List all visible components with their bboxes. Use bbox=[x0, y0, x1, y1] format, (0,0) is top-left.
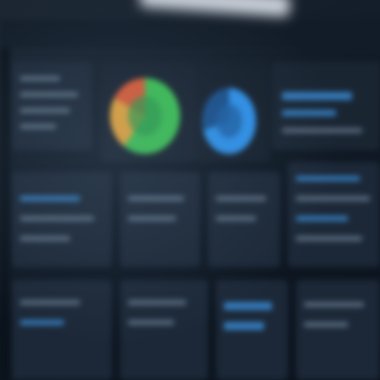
panel-top-left-line-4 bbox=[20, 124, 56, 129]
panel-mid-2-line-1 bbox=[128, 196, 184, 201]
panel-top-left-line-2 bbox=[20, 92, 78, 97]
panel-mid-1-line-1 bbox=[20, 196, 80, 201]
panel-mid-3 bbox=[208, 172, 280, 267]
panel-mid-2 bbox=[120, 172, 200, 267]
panel-bottom-4 bbox=[296, 280, 380, 380]
panel-bottom-3-line-1 bbox=[224, 302, 272, 310]
panel-bottom-1-line-1 bbox=[20, 300, 80, 305]
panel-mid-2-line-2 bbox=[128, 216, 176, 221]
panel-top-right-line-3 bbox=[282, 128, 362, 133]
top-toolbar bbox=[0, 20, 380, 48]
panel-bottom-3 bbox=[216, 280, 288, 380]
blurred-dashboard-photo bbox=[0, 0, 380, 380]
panel-bottom-3-line-2 bbox=[224, 322, 264, 330]
panel-top-left-line-1 bbox=[20, 76, 60, 81]
panel-bottom-1 bbox=[12, 280, 112, 380]
panel-bottom-2 bbox=[120, 280, 208, 380]
panel-mid-4-line-1 bbox=[296, 176, 360, 181]
panel-mid-3-line-1 bbox=[216, 196, 266, 201]
panel-mid-1-line-2 bbox=[20, 216, 94, 221]
panel-bottom-2-line-2 bbox=[128, 320, 174, 325]
panel-bottom-4-line-2 bbox=[304, 322, 348, 327]
donut-chart-blue bbox=[202, 88, 256, 154]
panel-top-left-line-3 bbox=[20, 108, 70, 113]
donut-chart-green bbox=[110, 78, 180, 154]
panel-mid-4-line-2 bbox=[296, 196, 370, 201]
panel-bottom-1-line-2 bbox=[20, 320, 64, 325]
panel-bottom-2-line-1 bbox=[128, 300, 186, 305]
dashboard-board bbox=[0, 0, 380, 380]
panel-bottom-4-line-1 bbox=[304, 302, 364, 307]
panel-mid-4-line-4 bbox=[296, 236, 362, 241]
panel-top-right-line-1 bbox=[282, 92, 352, 100]
panel-mid-3-line-2 bbox=[216, 216, 256, 221]
panel-top-right bbox=[272, 62, 380, 150]
panel-top-left bbox=[12, 62, 92, 150]
panel-mid-1-line-3 bbox=[20, 236, 70, 241]
panel-mid-4 bbox=[288, 162, 380, 267]
left-edge-rail bbox=[0, 48, 10, 380]
panel-mid-4-line-3 bbox=[296, 216, 348, 221]
panel-top-right-line-2 bbox=[282, 110, 336, 116]
panel-mid-1 bbox=[12, 172, 112, 267]
